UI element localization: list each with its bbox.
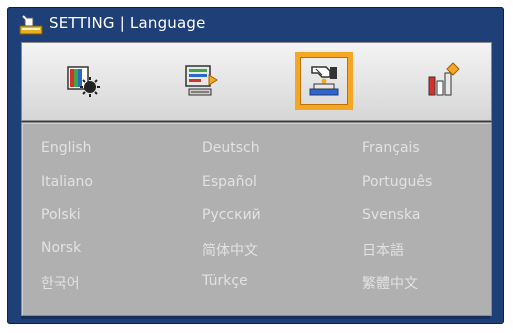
tab-options[interactable] bbox=[414, 52, 472, 110]
language-option-portugues[interactable]: Português bbox=[362, 174, 432, 190]
language-option-norsk[interactable]: Norsk bbox=[41, 240, 81, 256]
language-option-svenska[interactable]: Svenska bbox=[362, 207, 420, 223]
setting-title-icon bbox=[19, 15, 43, 35]
language-option-deutsch[interactable]: Deutsch bbox=[202, 140, 260, 156]
language-option-traditional-chinese[interactable]: 繁體中文 bbox=[362, 273, 418, 293]
language-option-english[interactable]: English bbox=[41, 140, 92, 156]
setting-icon bbox=[309, 66, 339, 96]
bottom-border bbox=[21, 316, 490, 319]
language-list: English Deutsch Français Italiano Españo… bbox=[21, 122, 492, 316]
language-option-polski[interactable]: Polski bbox=[41, 207, 81, 223]
tab-setting[interactable] bbox=[295, 52, 353, 110]
osd-menu: SETTING | Language English Deutsch Franç… bbox=[7, 7, 504, 324]
language-option-japanese[interactable]: 日本語 bbox=[362, 240, 404, 260]
tab-image-settings[interactable] bbox=[55, 52, 113, 110]
options-icon bbox=[428, 62, 460, 96]
image-settings-icon bbox=[67, 66, 100, 97]
language-option-espanol[interactable]: Español bbox=[202, 174, 257, 190]
display-settings-icon bbox=[185, 65, 218, 96]
page-title: SETTING | Language bbox=[49, 14, 206, 32]
language-option-simplified-chinese[interactable]: 简体中文 bbox=[202, 240, 258, 260]
tab-display[interactable] bbox=[172, 52, 230, 110]
language-option-russian[interactable]: Русский bbox=[202, 207, 261, 223]
language-option-italiano[interactable]: Italiano bbox=[41, 174, 93, 190]
menu-tab-bar bbox=[21, 42, 492, 121]
language-option-francais[interactable]: Français bbox=[362, 140, 420, 156]
language-option-turkish[interactable]: Türkçe bbox=[202, 273, 248, 289]
language-option-korean[interactable]: 한국어 bbox=[41, 273, 80, 293]
title-bar: SETTING | Language bbox=[7, 7, 504, 41]
